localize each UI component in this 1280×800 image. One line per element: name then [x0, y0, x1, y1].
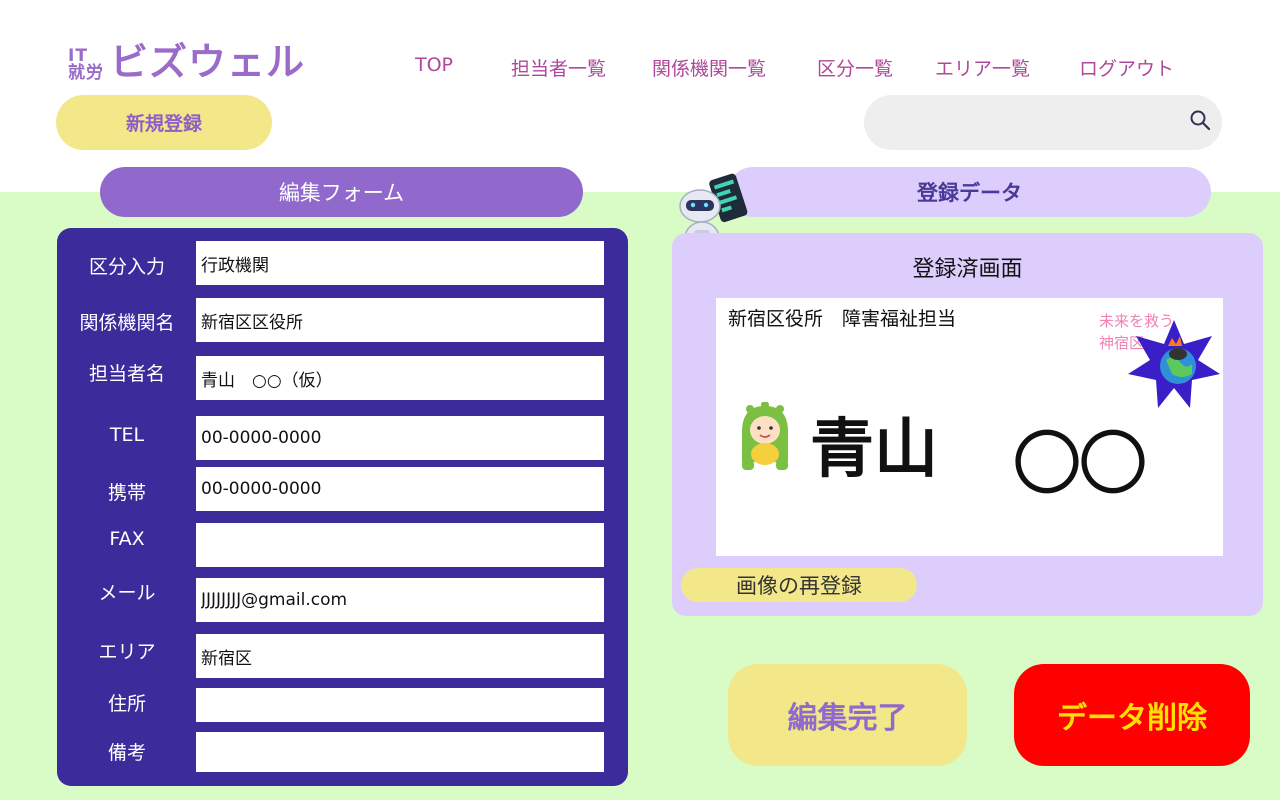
address-input[interactable]	[196, 688, 604, 722]
nav-category-list[interactable]: 区分一覧	[817, 54, 893, 81]
organization-input[interactable]	[196, 298, 604, 342]
reupload-image-button[interactable]: 画像の再登録	[681, 568, 917, 602]
search-box	[864, 95, 1222, 150]
label-area: エリア	[98, 641, 156, 663]
card-organization: 新宿区役所 障害福祉担当	[728, 308, 957, 330]
staff-name-input[interactable]	[196, 356, 604, 400]
label-mobile: 携帯	[107, 482, 146, 504]
category-input[interactable]	[196, 241, 604, 285]
label-fax: FAX	[109, 528, 145, 550]
search-input[interactable]	[886, 107, 1170, 139]
new-registration-button[interactable]: 新規登録	[56, 95, 272, 150]
mobile-input[interactable]	[196, 467, 604, 511]
fax-input[interactable]	[196, 523, 604, 567]
search-icon[interactable]	[1188, 108, 1212, 132]
logo-small-text: IT 就労	[68, 48, 104, 82]
remarks-input[interactable]	[196, 732, 604, 772]
nav-area-list[interactable]: エリア一覧	[935, 54, 1030, 81]
mascot-icon	[742, 402, 788, 470]
registered-screen-title: 登録済画面	[912, 257, 1023, 282]
card-name-suffix: 〇〇	[1012, 423, 1148, 505]
area-input[interactable]	[196, 634, 604, 678]
label-category: 区分入力	[88, 256, 165, 278]
registered-data-header: 登録データ	[728, 167, 1211, 217]
logo[interactable]: IT 就労 ビズウェル	[68, 40, 305, 82]
logo-main-text: ビズウェル	[110, 40, 306, 84]
label-email: メール	[98, 582, 156, 604]
email-input[interactable]	[196, 578, 604, 622]
earth-badge-icon	[1128, 320, 1220, 408]
nav-logout[interactable]: ログアウト	[1079, 54, 1174, 81]
tel-input[interactable]	[196, 416, 604, 460]
nav-top[interactable]: TOP	[415, 54, 453, 76]
card-name: 青山	[810, 413, 938, 487]
nav-staff-list[interactable]: 担当者一覧	[511, 54, 606, 81]
logo-line2: 就労	[68, 63, 104, 83]
delete-data-button[interactable]: データ削除	[1014, 664, 1250, 766]
label-remarks: 備考	[107, 742, 146, 764]
registered-card-panel: 登録済画面 新宿区役所 障害福祉担当 未来を救う 神宿区 青山 〇〇 画像の再登…	[672, 233, 1263, 616]
business-card: 新宿区役所 障害福祉担当 未来を救う 神宿区 青山 〇〇	[716, 298, 1223, 556]
label-staff-name: 担当者名	[88, 363, 165, 385]
edit-form-header: 編集フォーム	[100, 167, 583, 217]
label-tel: TEL	[109, 424, 145, 446]
label-address: 住所	[107, 693, 146, 715]
nav-org-list[interactable]: 関係機関一覧	[652, 54, 766, 81]
edit-form-panel: 区分入力 関係機関名 担当者名 TEL 携帯 FAX メール エリア 住所 備考	[57, 228, 628, 786]
label-organization: 関係機関名	[79, 312, 175, 334]
edit-complete-button[interactable]: 編集完了	[728, 664, 967, 766]
